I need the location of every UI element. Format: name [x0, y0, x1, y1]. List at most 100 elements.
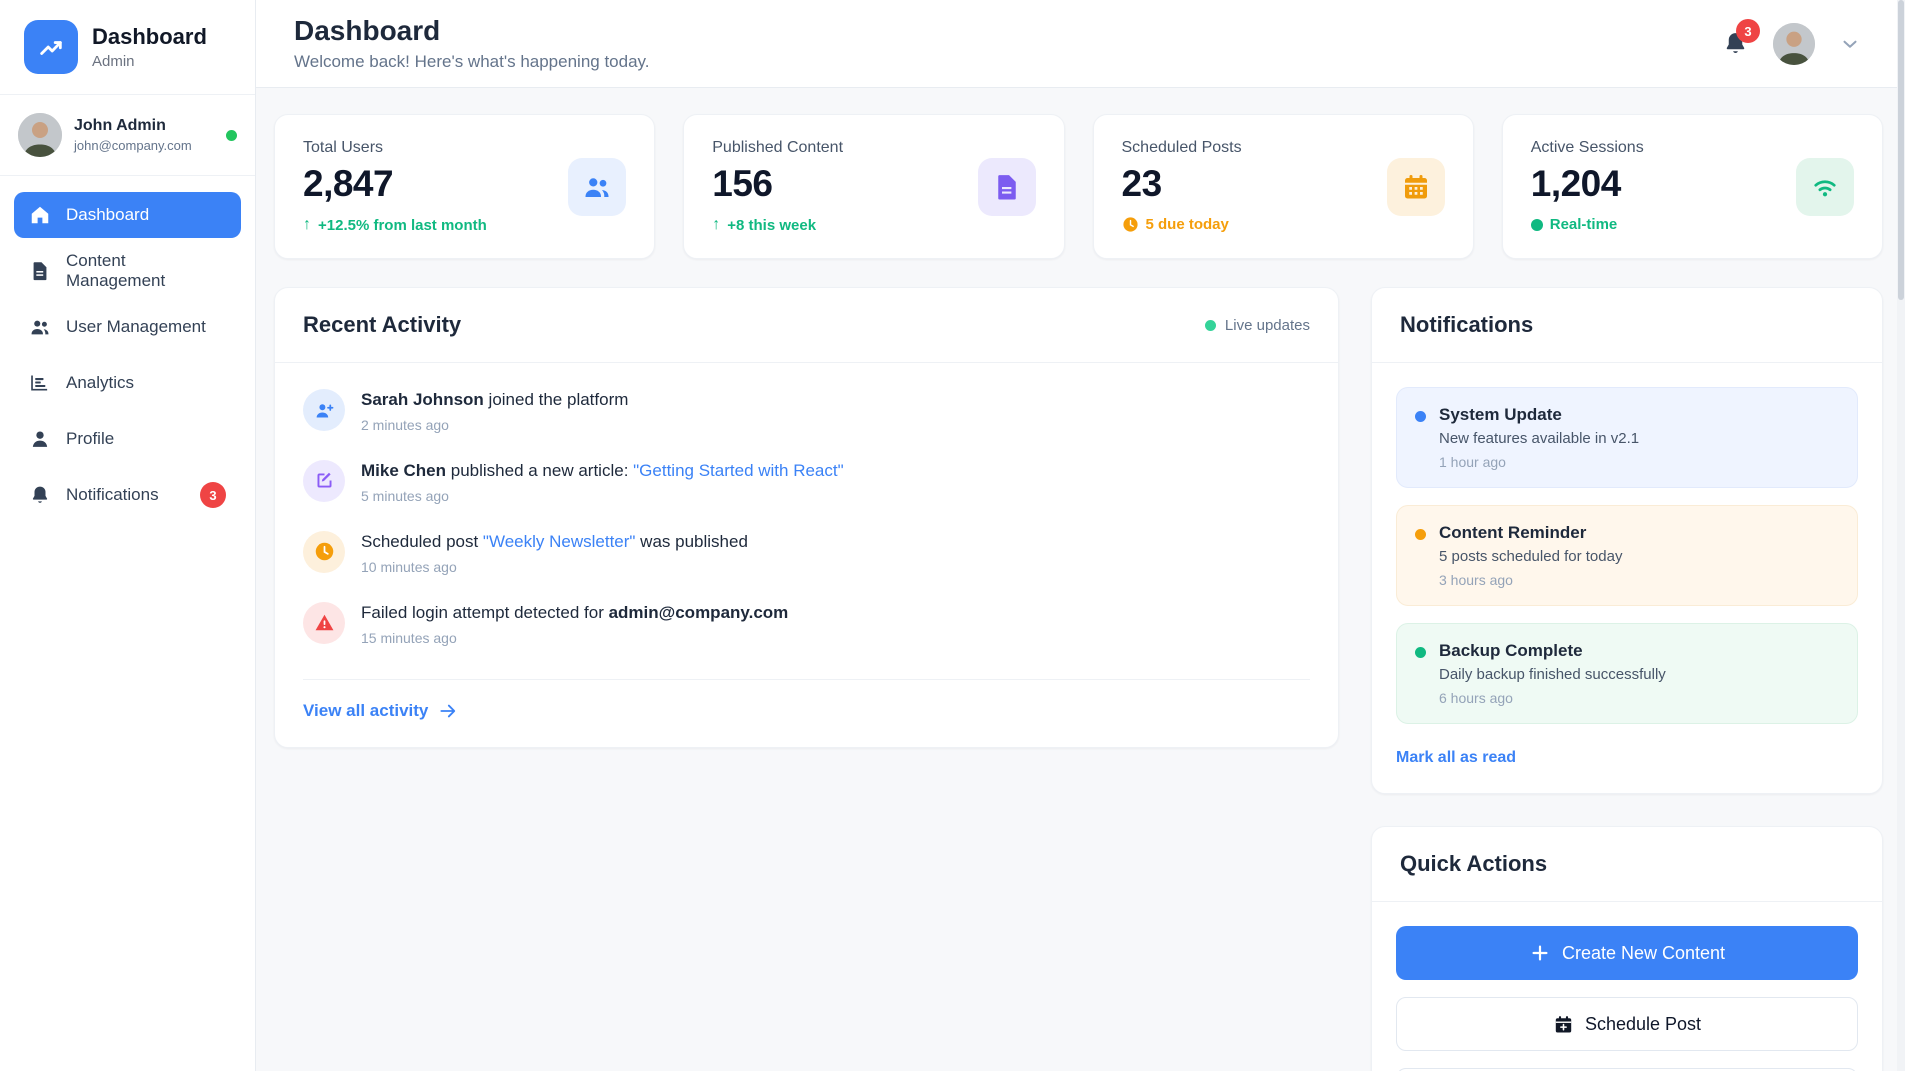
- activity-time: 10 minutes ago: [361, 559, 748, 575]
- stat-card-scheduled-posts: Scheduled Posts 23 5 due today: [1093, 114, 1474, 259]
- notification-description: 5 posts scheduled for today: [1439, 548, 1622, 565]
- activity-item: Mike Chen published a new article: "Gett…: [303, 460, 1310, 504]
- notification-description: Daily backup finished successfully: [1439, 666, 1666, 683]
- users-icon: [29, 316, 51, 338]
- stat-label: Scheduled Posts: [1122, 139, 1242, 157]
- header-avatar[interactable]: [1773, 23, 1815, 65]
- stat-delta: +8 this week: [727, 217, 816, 234]
- sidebar-logo: Dashboard Admin: [0, 0, 255, 95]
- sidebar-item-dashboard[interactable]: Dashboard: [14, 192, 241, 238]
- file-icon: [978, 158, 1036, 216]
- user-plus-icon: [303, 389, 345, 431]
- notification-description: New features available in v2.1: [1439, 430, 1639, 447]
- activity-item: Sarah Johnson joined the platform 2 minu…: [303, 389, 1310, 433]
- sidebar-item-profile[interactable]: Profile: [14, 416, 241, 462]
- live-updates-label: Live updates: [1225, 317, 1310, 334]
- user-icon: [29, 428, 51, 450]
- view-all-activity-label: View all activity: [303, 701, 428, 721]
- right-column: Notifications System Update New features…: [1371, 287, 1883, 1071]
- stat-value: 2,847: [303, 163, 487, 205]
- stat-value: 156: [712, 163, 843, 205]
- online-status-dot: [226, 130, 237, 141]
- activity-time: 15 minutes ago: [361, 630, 788, 646]
- bell-count-badge: 3: [1736, 19, 1760, 43]
- up-arrow-icon: ↑: [712, 216, 720, 234]
- clock-icon: [1122, 216, 1139, 233]
- notification-item: System Update New features available in …: [1396, 387, 1858, 488]
- sidebar-item-notifications[interactable]: Notifications 3: [14, 472, 241, 518]
- mark-all-as-read-link[interactable]: Mark all as read: [1372, 745, 1882, 793]
- notification-title: Content Reminder: [1439, 523, 1622, 543]
- activity-item: Scheduled post "Weekly Newsletter" was p…: [303, 531, 1310, 575]
- live-updates-indicator: Live updates: [1205, 317, 1310, 334]
- nav-label: Content Management: [66, 251, 226, 291]
- wifi-icon: [1796, 158, 1854, 216]
- notification-time: 1 hour ago: [1439, 454, 1639, 470]
- bar-chart-icon: [29, 372, 51, 394]
- view-all-activity-link[interactable]: View all activity: [303, 679, 1310, 747]
- activity-text-bold: Sarah Johnson: [361, 390, 484, 409]
- activity-text-bold: Mike Chen: [361, 461, 446, 480]
- stat-value: 23: [1122, 163, 1242, 205]
- panels-grid: Recent Activity Live updates: [274, 287, 1883, 1071]
- scrollbar-thumb[interactable]: [1898, 0, 1904, 300]
- live-dot: [1205, 320, 1216, 331]
- notification-title: Backup Complete: [1439, 641, 1666, 661]
- sidebar-item-content-management[interactable]: Content Management: [14, 248, 241, 294]
- schedule-post-button[interactable]: Schedule Post: [1396, 997, 1858, 1051]
- activity-link[interactable]: "Getting Started with React": [633, 461, 844, 480]
- nav-label: Dashboard: [66, 205, 149, 225]
- activity-link[interactable]: "Weekly Newsletter": [483, 532, 636, 551]
- create-new-content-button[interactable]: Create New Content: [1396, 926, 1858, 980]
- quick-actions-title: Quick Actions: [1400, 851, 1547, 877]
- activity-time: 5 minutes ago: [361, 488, 844, 504]
- nav-label: Notifications: [66, 485, 159, 505]
- alert-triangle-icon: [303, 602, 345, 644]
- recent-activity-panel: Recent Activity Live updates: [274, 287, 1339, 748]
- user-email: john@company.com: [74, 138, 192, 153]
- activity-text: was published: [635, 532, 747, 551]
- sidebar-item-user-management[interactable]: User Management: [14, 304, 241, 350]
- clock-icon: [303, 531, 345, 573]
- plus-icon: [1529, 942, 1551, 964]
- sidebar-user-card[interactable]: John Admin john@company.com: [0, 95, 255, 176]
- notification-dot: [1415, 647, 1426, 658]
- stat-card-published-content: Published Content 156 ↑ +8 this week: [683, 114, 1064, 259]
- main-area: Dashboard Welcome back! Here's what's ha…: [256, 0, 1905, 1071]
- top-header: Dashboard Welcome back! Here's what's ha…: [256, 0, 1905, 88]
- notification-item: Content Reminder 5 posts scheduled for t…: [1396, 505, 1858, 606]
- app-root: Dashboard Admin John Admin john@company.…: [0, 0, 1905, 1071]
- app-logo: [24, 20, 78, 74]
- app-subtitle: Admin: [92, 53, 207, 70]
- stats-row: Total Users 2,847 ↑ +12.5% from last mon…: [274, 114, 1883, 259]
- profile-menu-toggle[interactable]: [1839, 33, 1861, 55]
- chart-line-icon: [37, 33, 65, 61]
- notification-dot: [1415, 411, 1426, 422]
- page-title: Dashboard: [294, 15, 650, 47]
- notifications-title: Notifications: [1400, 312, 1533, 338]
- page-content: Total Users 2,847 ↑ +12.5% from last mon…: [256, 88, 1905, 1071]
- notification-time: 3 hours ago: [1439, 572, 1622, 588]
- app-title: Dashboard: [92, 24, 207, 50]
- sidebar-item-analytics[interactable]: Analytics: [14, 360, 241, 406]
- notification-title: System Update: [1439, 405, 1639, 425]
- quick-actions-panel: Quick Actions Create New Content Schedul…: [1371, 826, 1883, 1071]
- realtime-dot: [1531, 219, 1543, 231]
- arrow-right-icon: [438, 701, 458, 721]
- stat-delta: 5 due today: [1146, 216, 1229, 233]
- vertical-scrollbar[interactable]: [1897, 0, 1905, 1071]
- nav-label: Analytics: [66, 373, 134, 393]
- nav-label: Profile: [66, 429, 114, 449]
- notifications-bell-button[interactable]: 3: [1722, 30, 1749, 57]
- notification-item: Backup Complete Daily backup finished su…: [1396, 623, 1858, 724]
- user-avatar: [18, 113, 62, 157]
- edit-icon: [303, 460, 345, 502]
- notification-time: 6 hours ago: [1439, 690, 1666, 706]
- user-name: John Admin: [74, 117, 192, 135]
- stat-delta: +12.5% from last month: [318, 217, 487, 234]
- stat-delta: Real-time: [1550, 216, 1618, 233]
- sidebar: Dashboard Admin John Admin john@company.…: [0, 0, 256, 1071]
- activity-text: joined the platform: [484, 390, 629, 409]
- calendar-plus-icon: [1553, 1014, 1574, 1035]
- activity-item: Failed login attempt detected for admin@…: [303, 602, 1310, 646]
